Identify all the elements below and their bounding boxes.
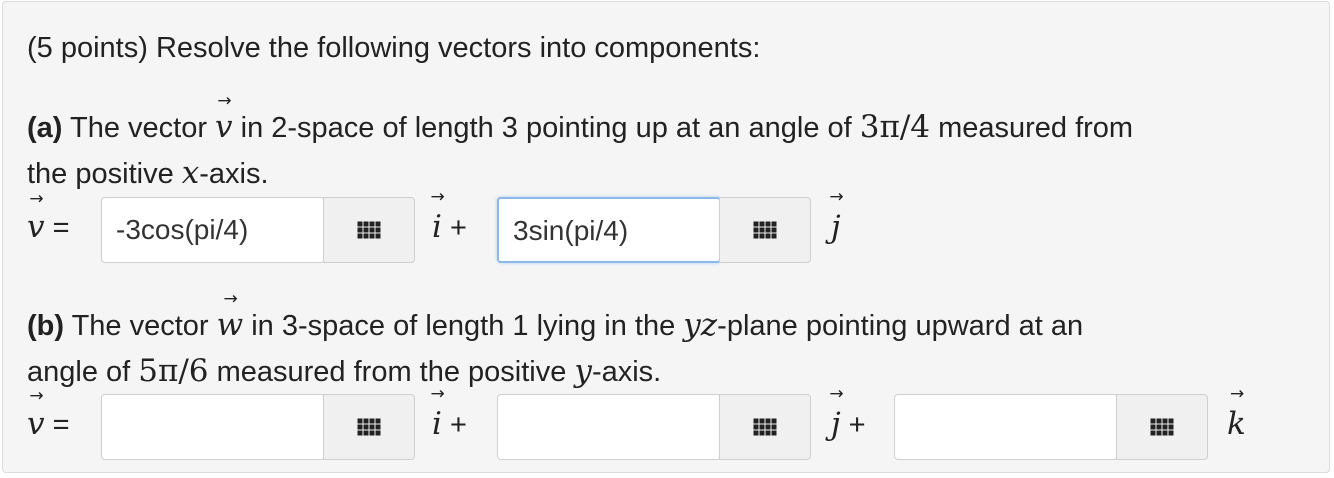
part-b-label: (b) [27,310,65,342]
plus-sign: + [441,212,467,244]
part-a-text-2: in 2-space of length 3 pointing up at an… [232,112,860,144]
axis-x-symbol: x [181,155,200,191]
part-a-answer-row: v = -3cos(pi/4) i + 3sin(pi/4) j [27,197,1307,267]
grid-keypad-icon [357,221,381,239]
part-b-answer-row: v = i + j + k [27,394,1307,464]
answer-input-b-j[interactable] [497,394,721,460]
math-keypad-button-b-k[interactable] [1116,394,1208,460]
grid-keypad-icon [753,418,777,436]
grid-keypad-icon [357,418,381,436]
plus-sign: + [840,409,866,441]
answer-input-a-i-value: -3cos(pi/4) [116,214,249,245]
vector-v-symbol: v [215,109,233,145]
part-a-line-2: the positive x-axis. [27,155,269,192]
unit-vector-k: k [1227,402,1246,446]
unit-vector-j: j [831,205,841,249]
part-b-text-4: angle of [27,356,139,388]
unit-i-label: i + [432,402,467,447]
axis-y-symbol: y [574,353,592,389]
answer-input-a-j[interactable]: 3sin(pi/4) [497,197,721,263]
part-b-lhs: v = [27,404,70,445]
grid-keypad-icon [1150,418,1174,436]
part-b-text-5: measured from the positive [208,356,575,388]
part-a-label: (a) [27,112,63,144]
angle-b: 5π/6 [138,353,209,389]
equals-sign: = [44,212,70,244]
unit-vector-j: j [831,402,841,446]
angle-a: 3π/4 [859,109,931,145]
lhs-vector-symbol: v [27,404,45,444]
unit-j-label: j [831,205,841,250]
part-b-line-1: (b) The vector w in 3-space of length 1 … [27,307,1083,344]
part-b-text-3: -plane pointing upward at an [717,310,1084,342]
unit-vector-i: i [432,402,442,446]
part-b-text-1: The vector [64,310,217,342]
answer-input-b-k[interactable] [894,394,1118,460]
plus-sign: + [441,409,467,441]
part-b-text-2: in 3-space of length 1 lying in the [243,310,684,342]
plane-yz-symbol: yz [683,307,718,343]
math-keypad-button-b-j[interactable] [719,394,811,460]
vector-w-symbol: w [217,307,244,343]
part-a-text-1: The vector [62,112,216,144]
answer-input-a-i[interactable]: -3cos(pi/4) [101,197,325,263]
equals-sign: = [44,409,70,441]
unit-k-label: k [1227,402,1246,447]
unit-j-label: j + [831,402,866,447]
answer-input-b-i[interactable] [101,394,325,460]
part-a-line-1: (a) The vector v in 2-space of length 3 … [27,109,1133,146]
lhs-vector-symbol: v [27,207,45,247]
math-keypad-button-a-i[interactable] [323,197,415,263]
part-a-text-3: measured from [930,112,1134,144]
question-intro: (5 points) Resolve the following vectors… [27,32,761,64]
math-keypad-button-a-j[interactable] [719,197,811,263]
math-keypad-button-b-i[interactable] [323,394,415,460]
part-b-text-6: -axis. [591,356,662,388]
unit-i-label: i + [432,205,467,250]
question-panel: (5 points) Resolve the following vectors… [2,1,1330,473]
part-a-text-5: -axis. [199,158,269,190]
part-a-lhs: v = [27,207,70,248]
part-b-line-2: angle of 5π/6 measured from the positive… [27,353,661,390]
answer-input-a-j-value: 3sin(pi/4) [513,215,629,246]
grid-keypad-icon [753,221,777,239]
part-a-text-4: the positive [27,158,182,190]
unit-vector-i: i [432,205,442,249]
